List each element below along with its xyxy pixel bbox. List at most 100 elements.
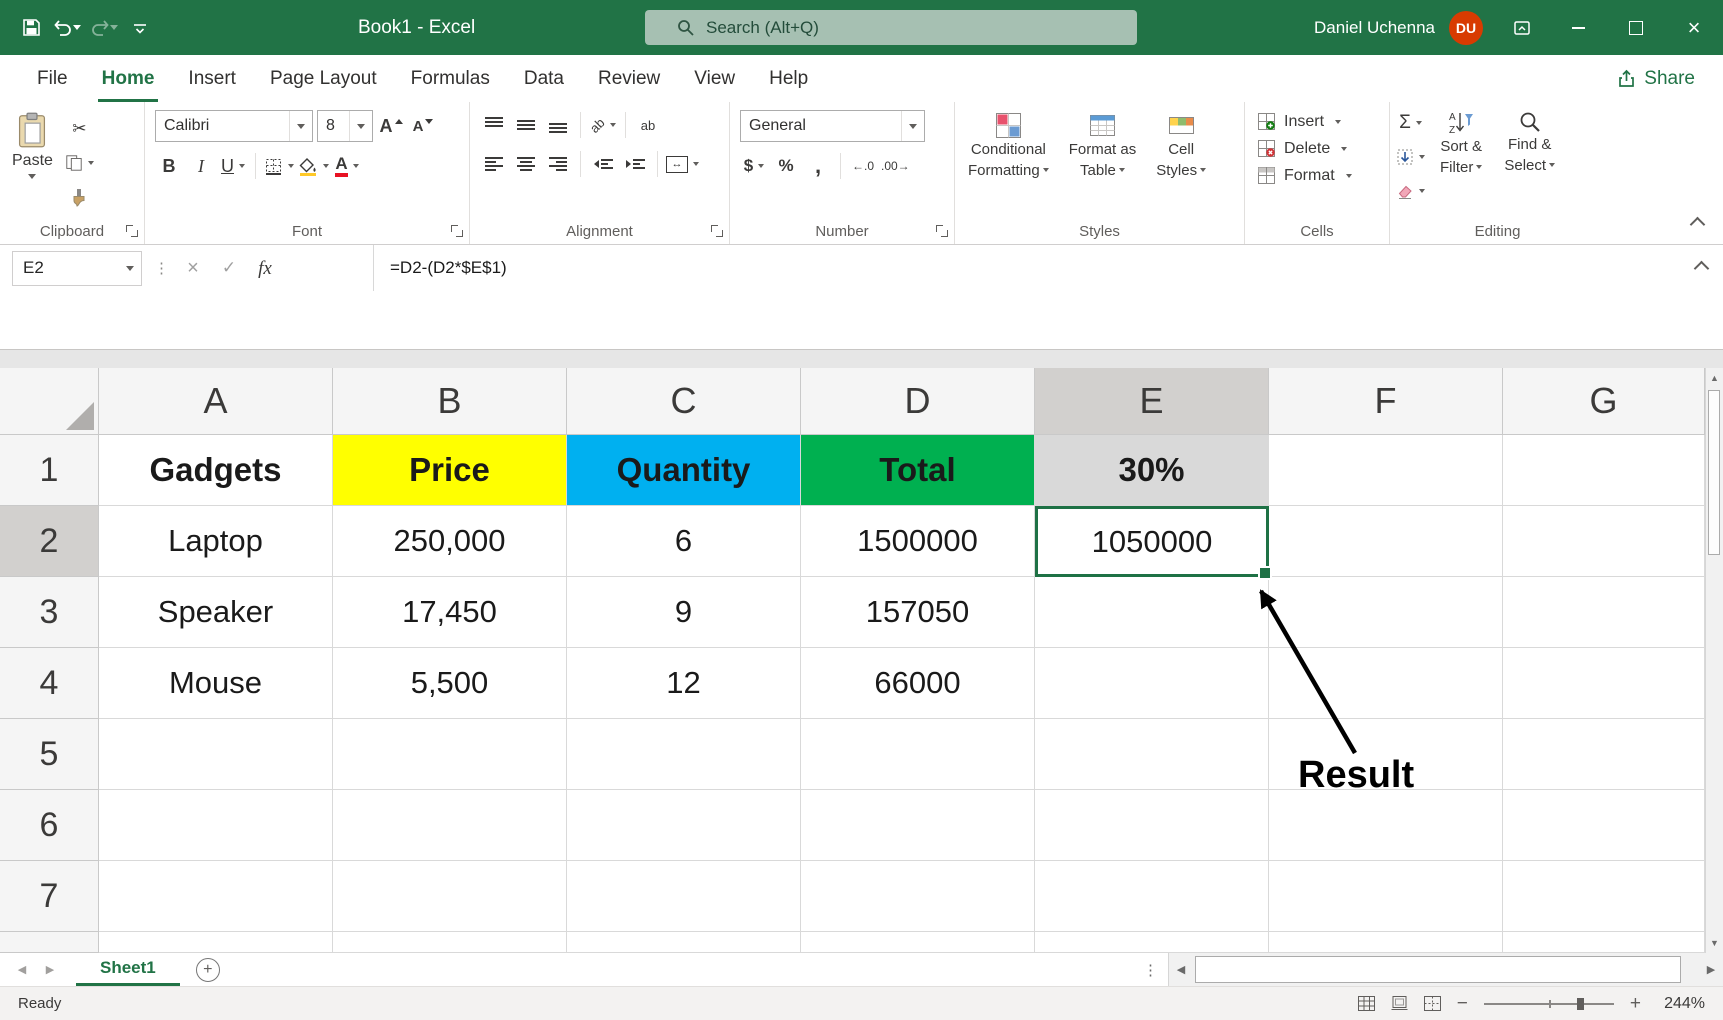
- increase-indent-button[interactable]: [621, 149, 649, 179]
- cell-E8[interactable]: [1035, 932, 1269, 953]
- increase-font-size-button[interactable]: A: [377, 111, 405, 141]
- tab-file[interactable]: File: [20, 55, 85, 102]
- cell-E6[interactable]: [1035, 790, 1269, 861]
- cell-A8[interactable]: [99, 932, 333, 953]
- sheetbar-handle[interactable]: ⋮: [1143, 961, 1158, 979]
- select-all-corner[interactable]: [0, 368, 99, 435]
- align-center-button[interactable]: [512, 149, 540, 179]
- insert-cells-dropdown-icon[interactable]: [1335, 120, 1341, 124]
- accounting-format-button[interactable]: $: [740, 151, 768, 181]
- redo-button[interactable]: [90, 12, 118, 44]
- copy-button[interactable]: [65, 148, 94, 178]
- decrease-decimal-button[interactable]: .00→: [881, 151, 910, 181]
- tab-review[interactable]: Review: [581, 55, 677, 102]
- cell-B8[interactable]: [333, 932, 567, 953]
- comma-style-button[interactable]: ,: [804, 151, 832, 181]
- row-header-6[interactable]: 6: [0, 790, 99, 861]
- borders-button[interactable]: [264, 151, 294, 181]
- scroll-up-icon[interactable]: ▲: [1706, 373, 1723, 383]
- cell-C1[interactable]: Quantity: [567, 435, 801, 506]
- cell-D7[interactable]: [801, 861, 1035, 932]
- cell-G5[interactable]: [1503, 719, 1705, 790]
- fill-color-dropdown-icon[interactable]: [323, 164, 329, 168]
- cell-A2[interactable]: Laptop: [99, 506, 333, 577]
- cell-A1[interactable]: Gadgets: [99, 435, 333, 506]
- horizontal-scrollbar[interactable]: ◀ ▶: [1168, 953, 1723, 986]
- column-header-F[interactable]: F: [1269, 368, 1503, 435]
- cell-B3[interactable]: 17,450: [333, 577, 567, 648]
- zoom-out-button[interactable]: −: [1457, 993, 1468, 1015]
- number-format-select[interactable]: General: [740, 110, 925, 142]
- formula-bar-collapse-button[interactable]: [1696, 261, 1707, 279]
- column-header-G[interactable]: G: [1503, 368, 1705, 435]
- number-format-dropdown-icon[interactable]: [901, 111, 924, 141]
- column-header-D[interactable]: D: [801, 368, 1035, 435]
- cell-C3[interactable]: 9: [567, 577, 801, 648]
- row-header-8[interactable]: [0, 932, 99, 953]
- vertical-scrollbar[interactable]: ▲ ▼: [1705, 368, 1723, 953]
- customize-quick-access-button[interactable]: [127, 12, 153, 44]
- sheet-tab-sheet1[interactable]: Sheet1: [76, 953, 180, 986]
- cell-G3[interactable]: [1503, 577, 1705, 648]
- cell-D8[interactable]: [801, 932, 1035, 953]
- row-header-5[interactable]: 5: [0, 719, 99, 790]
- conditional-formatting-dropdown-icon[interactable]: [1043, 168, 1049, 172]
- cell-styles-dropdown-icon[interactable]: [1200, 168, 1206, 172]
- accounting-dropdown-icon[interactable]: [758, 164, 764, 168]
- paste-dropdown-icon[interactable]: [28, 174, 36, 179]
- cell-G2[interactable]: [1503, 506, 1705, 577]
- cell-D6[interactable]: [801, 790, 1035, 861]
- copy-dropdown-icon[interactable]: [88, 161, 94, 165]
- redo-dropdown-icon[interactable]: [110, 25, 118, 30]
- tab-data[interactable]: Data: [507, 55, 581, 102]
- page-layout-view-button[interactable]: [1391, 996, 1408, 1011]
- cell-A5[interactable]: [99, 719, 333, 790]
- format-cells-button[interactable]: Format: [1257, 166, 1377, 185]
- cell-E5[interactable]: [1035, 719, 1269, 790]
- user-name[interactable]: Daniel Uchenna: [1314, 18, 1435, 38]
- cell-G6[interactable]: [1503, 790, 1705, 861]
- zoom-slider[interactable]: [1484, 996, 1614, 1012]
- format-as-table-button[interactable]: Format as Table: [1062, 110, 1144, 180]
- row-header-4[interactable]: 4: [0, 648, 99, 719]
- horizontal-scroll-thumb[interactable]: [1195, 956, 1681, 983]
- cell-E3[interactable]: [1035, 577, 1269, 648]
- formula-bar-handle[interactable]: ⋮: [154, 259, 169, 277]
- cell-F6[interactable]: [1269, 790, 1503, 861]
- sort-filter-button[interactable]: AZ Sort & Filter: [1433, 108, 1489, 206]
- horizontal-scroll-track[interactable]: [1193, 953, 1699, 986]
- cell-D2[interactable]: 1500000: [801, 506, 1035, 577]
- page-break-view-button[interactable]: [1424, 996, 1441, 1011]
- cell-C7[interactable]: [567, 861, 801, 932]
- fill-button[interactable]: [1396, 142, 1425, 172]
- cell-G1[interactable]: [1503, 435, 1705, 506]
- bold-button[interactable]: B: [155, 151, 183, 181]
- insert-function-button[interactable]: fx: [253, 257, 277, 280]
- cancel-button[interactable]: ×: [181, 257, 205, 280]
- format-cells-dropdown-icon[interactable]: [1346, 174, 1352, 178]
- cell-G7[interactable]: [1503, 861, 1705, 932]
- find-select-dropdown-icon[interactable]: [1549, 163, 1555, 167]
- cell-G4[interactable]: [1503, 648, 1705, 719]
- cell-F1[interactable]: [1269, 435, 1503, 506]
- alignment-dialog-launcher[interactable]: [711, 225, 723, 237]
- cell-B2[interactable]: 250,000: [333, 506, 567, 577]
- cell-styles-button[interactable]: Cell Styles: [1149, 110, 1213, 180]
- ribbon-display-options-button[interactable]: [1509, 12, 1535, 44]
- underline-button[interactable]: U: [219, 151, 247, 181]
- tab-formulas[interactable]: Formulas: [394, 55, 507, 102]
- cell-F7[interactable]: [1269, 861, 1503, 932]
- tab-view[interactable]: View: [677, 55, 752, 102]
- number-dialog-launcher[interactable]: [936, 225, 948, 237]
- font-color-button[interactable]: A: [333, 151, 361, 181]
- maximize-button[interactable]: [1607, 0, 1665, 55]
- italic-button[interactable]: I: [187, 151, 215, 181]
- undo-dropdown-icon[interactable]: [73, 25, 81, 30]
- enter-button[interactable]: ✓: [217, 258, 241, 278]
- tab-insert[interactable]: Insert: [171, 55, 253, 102]
- scroll-down-icon[interactable]: ▼: [1706, 938, 1723, 948]
- top-align-button[interactable]: [480, 110, 508, 140]
- cell-B1[interactable]: Price: [333, 435, 567, 506]
- zoom-in-button[interactable]: +: [1630, 993, 1641, 1015]
- sheet-nav-left-icon[interactable]: ◀: [8, 963, 36, 976]
